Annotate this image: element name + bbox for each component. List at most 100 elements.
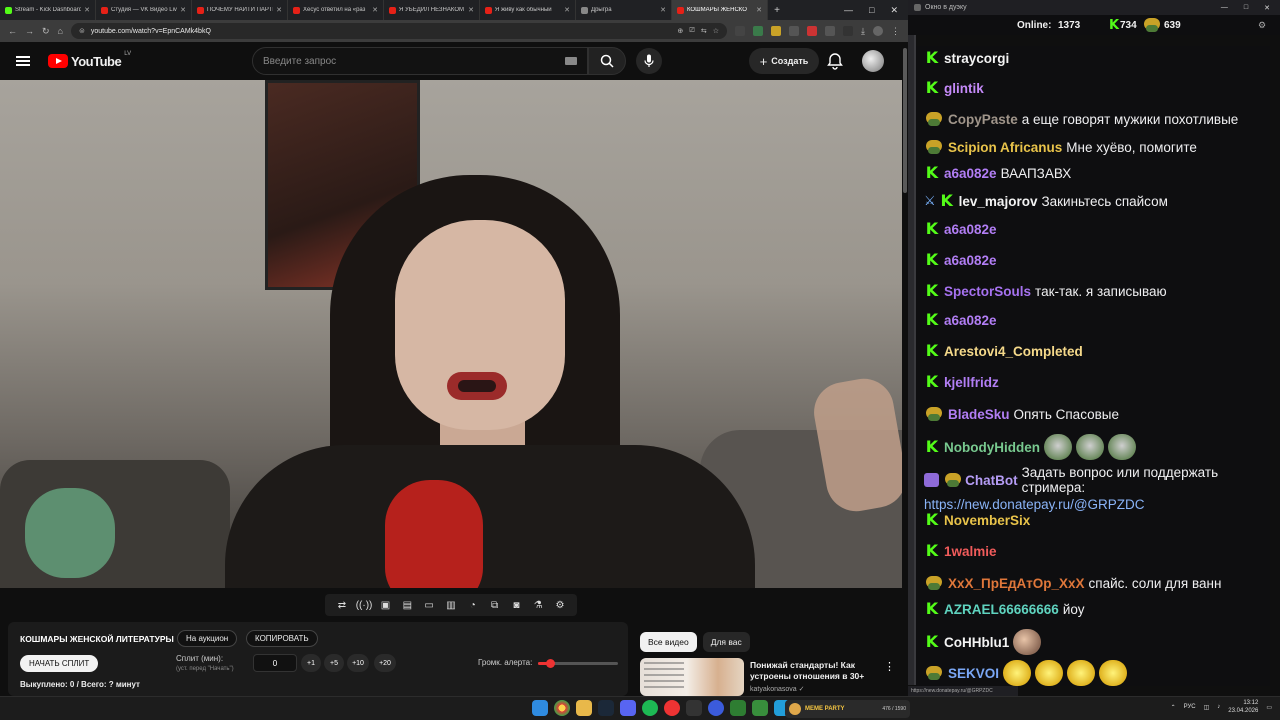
recommended-video-title[interactable]: Понижай стандарты! Как устроены отношени… xyxy=(750,660,880,682)
notifications-bell-icon[interactable] xyxy=(826,52,844,70)
file-explorer-icon[interactable] xyxy=(576,700,592,716)
obs-icon[interactable] xyxy=(686,700,702,716)
video-player[interactable] xyxy=(0,80,902,588)
create-button[interactable]: + Создать xyxy=(749,48,819,74)
tray-expand-icon[interactable]: ⌃ xyxy=(1171,704,1176,711)
chatbot-username[interactable]: ChatBot xyxy=(965,473,1018,488)
home-icon[interactable]: ⌂ xyxy=(58,26,63,36)
app-icon[interactable] xyxy=(752,700,768,716)
chat-username[interactable]: lev_majorov xyxy=(959,194,1038,209)
flask-icon[interactable]: ⚗ xyxy=(530,600,546,611)
chat-username[interactable]: NovemberSix xyxy=(944,513,1030,528)
pip-icon[interactable]: ⧉ xyxy=(487,600,503,611)
chat-username[interactable]: BladeSku xyxy=(948,407,1010,422)
chat-username[interactable]: straycorgi xyxy=(944,51,1009,66)
minimize-icon[interactable]: — xyxy=(1221,4,1228,12)
to-auction-button[interactable]: На аукцион xyxy=(177,630,238,647)
chat-username[interactable]: a6a082e xyxy=(944,313,997,328)
browser-tab[interactable]: Студия — VK Видео Live ✕ xyxy=(96,0,192,20)
tab-close-icon[interactable]: ✕ xyxy=(660,6,666,14)
reload-icon[interactable]: ↻ xyxy=(42,26,50,37)
browser-tab[interactable]: Я УБЕДИЛ НЕЗНАКОМ ✕ xyxy=(384,0,480,20)
frame-icon[interactable]: ▤ xyxy=(399,600,415,611)
browser-tab[interactable]: Дрыгра ✕ xyxy=(576,0,672,20)
extensions-menu-icon[interactable] xyxy=(843,26,854,36)
profile-icon[interactable] xyxy=(873,26,883,36)
tab-close-icon[interactable]: ✕ xyxy=(372,6,378,14)
extension-icon[interactable] xyxy=(807,26,818,36)
browser-tab[interactable]: ПОЧЕМУ НАЙТИ ПАРТН ✕ xyxy=(192,0,288,20)
page-scrollbar-thumb[interactable] xyxy=(903,48,907,193)
donate-link[interactable]: https://new.donatepay.ru/@GRPZDC xyxy=(924,497,1145,512)
voice-search-button[interactable] xyxy=(636,48,662,74)
add-5-button[interactable]: +5 xyxy=(324,654,344,672)
media-player-icon[interactable] xyxy=(708,700,724,716)
start-split-button[interactable]: НАЧАТЬ СПЛИТ xyxy=(20,655,99,672)
extension-icon[interactable] xyxy=(789,26,800,36)
search-input[interactable]: Введите запрос xyxy=(252,47,588,75)
tab-close-icon[interactable]: ✕ xyxy=(276,6,282,14)
chat-username[interactable]: CopyPaste xyxy=(948,112,1018,127)
tab-all-videos[interactable]: Все видео xyxy=(640,632,697,652)
audio-icon[interactable]: ((·)) xyxy=(356,600,373,611)
menu-icon[interactable]: ⋮ xyxy=(891,26,900,37)
extension-icon[interactable] xyxy=(825,26,836,36)
forward-icon[interactable]: → xyxy=(25,26,34,36)
gear-icon[interactable]: ⚙ xyxy=(552,600,568,611)
chat-username[interactable]: glintik xyxy=(944,81,984,96)
youtube-logo[interactable]: YouTube LV xyxy=(48,51,131,69)
chat-username[interactable]: kjellfridz xyxy=(944,375,999,390)
tab-close-icon[interactable]: ✕ xyxy=(756,6,762,14)
language-indicator[interactable]: РУС xyxy=(1184,704,1196,710)
translate-icon[interactable]: ⇆ xyxy=(701,27,707,35)
add-10-button[interactable]: +10 xyxy=(347,654,369,672)
alert-volume-slider[interactable] xyxy=(538,659,618,668)
speed-icon[interactable]: ◔ xyxy=(465,600,481,611)
chat-username[interactable]: 1walmie xyxy=(944,544,997,559)
chat-username[interactable]: a6a082e xyxy=(944,253,997,268)
browser-tab[interactable]: КОШМАРЫ ЖЕНСКО ✕ xyxy=(672,0,768,20)
new-tab-button[interactable]: + xyxy=(768,0,786,20)
chat-username[interactable]: a6a082e xyxy=(944,222,997,237)
chat-username[interactable]: SpectorSouls xyxy=(944,284,1031,299)
search-button[interactable] xyxy=(588,47,626,75)
recommended-video-channel[interactable]: katyakonasova ✓ xyxy=(750,685,805,693)
tab-for-you[interactable]: Для вас xyxy=(702,632,750,652)
extension-icon[interactable] xyxy=(753,26,764,36)
browser-tab[interactable]: Stream - Kick Dashboard ✕ xyxy=(0,0,96,20)
chat-username[interactable]: a6a082e xyxy=(944,166,997,181)
extension-icon[interactable] xyxy=(771,26,782,36)
tab-close-icon[interactable]: ✕ xyxy=(564,6,570,14)
clock[interactable]: 13:12 23.04.2026 xyxy=(1228,699,1258,715)
network-icon[interactable]: ◫ xyxy=(1204,704,1210,711)
chat-username[interactable]: AZRAEL66666666 xyxy=(944,602,1059,617)
tab-close-icon[interactable]: ✕ xyxy=(84,6,90,14)
cast-icon[interactable]: ⎚ xyxy=(689,27,695,35)
notifications-icon[interactable]: ▭ xyxy=(1266,704,1272,711)
add-1-button[interactable]: +1 xyxy=(301,654,321,672)
download-icon[interactable]: ⤓ xyxy=(861,26,865,37)
cinema-icon[interactable]: ▣ xyxy=(378,600,394,611)
spotify-icon[interactable] xyxy=(642,700,658,716)
alert-volume-knob[interactable] xyxy=(546,659,555,668)
site-info-icon[interactable]: ⊜ xyxy=(79,27,85,35)
copy-button[interactable]: КОПИРОВАТЬ xyxy=(246,630,318,647)
windows-start-icon[interactable] xyxy=(532,700,548,716)
browser-tab[interactable]: Хесус ответил на «раз ✕ xyxy=(288,0,384,20)
url-field[interactable]: ⊜ youtube.com/watch?v=EpnCAMk4bkQ ⊕ ⎚ ⇆ … xyxy=(70,23,728,39)
browser-tab[interactable]: Я живу как обычный ✕ xyxy=(480,0,576,20)
recommended-video[interactable]: Понижай стандарты! Как устроены отношени… xyxy=(640,658,902,696)
close-icon[interactable]: ✕ xyxy=(890,5,898,16)
more-options-icon[interactable]: ⋮ xyxy=(884,660,895,673)
chat-username[interactable]: NobodyHidden xyxy=(944,440,1040,455)
close-icon[interactable]: ✕ xyxy=(1264,4,1270,12)
chrome-icon[interactable] xyxy=(554,700,570,716)
hamburger-menu-icon[interactable] xyxy=(16,56,30,66)
chat-username[interactable]: XxX_ПрЕдАтОр_XxX xyxy=(948,576,1085,591)
steam-icon[interactable] xyxy=(598,700,614,716)
repeat-icon[interactable]: ⇄ xyxy=(334,600,350,611)
chat-username[interactable]: SEKVOI xyxy=(948,666,999,681)
maximize-icon[interactable]: □ xyxy=(1244,4,1248,12)
tab-close-icon[interactable]: ✕ xyxy=(180,6,186,14)
add-20-button[interactable]: +20 xyxy=(374,654,396,672)
